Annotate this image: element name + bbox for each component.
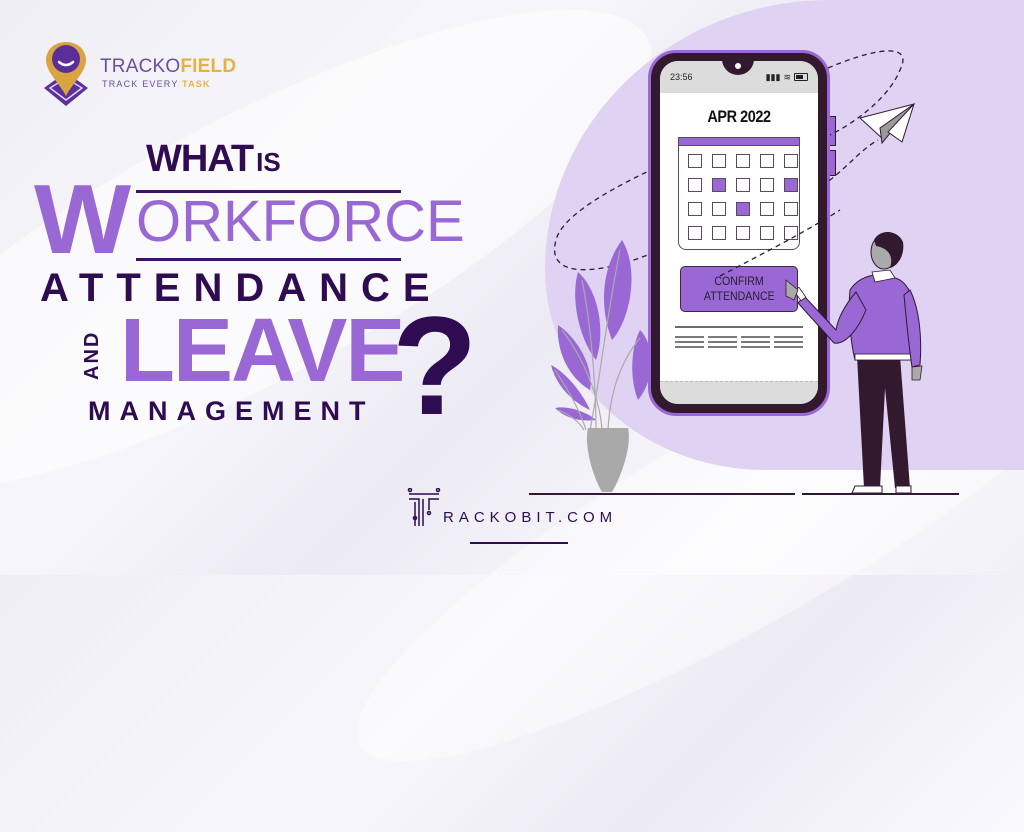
calendar-day[interactable]: [760, 154, 774, 168]
calendar-month: APR 2022: [707, 107, 771, 126]
calendar-day-marked[interactable]: [712, 178, 726, 192]
calendar-day[interactable]: [688, 178, 702, 192]
calendar-day[interactable]: [736, 178, 750, 192]
floor-line: [802, 493, 959, 495]
headline-big-w: W: [34, 164, 131, 274]
calendar-day[interactable]: [736, 226, 750, 240]
headline-orkforce: ORKFORCE: [136, 189, 465, 254]
status-time: 23:56: [670, 72, 693, 82]
trackobit-site-text: RACKOBIT.COM: [443, 509, 618, 526]
confirm-button-line1: CONFIRM: [714, 274, 764, 288]
calendar-day[interactable]: [736, 154, 750, 168]
calendar-day-marked[interactable]: [784, 178, 798, 192]
calendar-day-marked[interactable]: [736, 202, 750, 216]
trackofield-logo[interactable]: TRACKOFIELD TRACK EVERY TASK: [40, 38, 236, 110]
calendar-day[interactable]: [760, 178, 774, 192]
footer-rule: [470, 542, 568, 544]
headline-leave: LEAVE: [120, 301, 405, 401]
calendar-day[interactable]: [688, 154, 702, 168]
phone-screen: 23:56 ▮▮▮ ≋ APR 2022 CONFIRM ATTENDANCE: [660, 61, 818, 404]
calendar-day[interactable]: [784, 154, 798, 168]
calendar-day[interactable]: [760, 226, 774, 240]
location-pin-logo-icon: [44, 42, 88, 106]
calendar-day[interactable]: [688, 202, 702, 216]
signal-icon: ▮▮▮: [765, 71, 781, 82]
calendar-day[interactable]: [688, 226, 702, 240]
confirm-attendance-button[interactable]: CONFIRM ATTENDANCE: [680, 266, 798, 312]
calendar-grid: [679, 146, 799, 249]
phone-mockup: 23:56 ▮▮▮ ≋ APR 2022 CONFIRM ATTENDANCE: [648, 50, 830, 416]
trackobit-t-icon: [407, 488, 441, 526]
trackobit-link[interactable]: RACKOBIT.COM: [407, 488, 617, 528]
calendar-day[interactable]: [712, 202, 726, 216]
divider: [675, 326, 803, 328]
confirm-button-line2: ATTENDANCE: [703, 289, 775, 303]
calendar-widget: [678, 137, 800, 250]
headline-rule-bottom: [136, 258, 401, 261]
headline-what-is: WHAT IS: [146, 138, 281, 180]
screen-bottom-bar: [660, 381, 818, 404]
calendar-day[interactable]: [712, 226, 726, 240]
calendar-day[interactable]: [712, 154, 726, 168]
calendar-header: [679, 138, 799, 146]
text-placeholder-lines: [660, 336, 818, 351]
headline-and-vertical: AND: [81, 330, 103, 380]
headline-question-mark: ?: [392, 287, 478, 444]
calendar-day[interactable]: [760, 202, 774, 216]
brand-tagline: TRACK EVERY TASK: [102, 78, 211, 89]
calendar-day[interactable]: [784, 226, 798, 240]
wifi-icon: ≋: [783, 71, 791, 82]
brand-name: TRACKOFIELD: [100, 55, 237, 77]
headline-management: MANAGEMENT: [88, 396, 375, 426]
calendar-day[interactable]: [784, 202, 798, 216]
battery-icon: [794, 73, 808, 81]
